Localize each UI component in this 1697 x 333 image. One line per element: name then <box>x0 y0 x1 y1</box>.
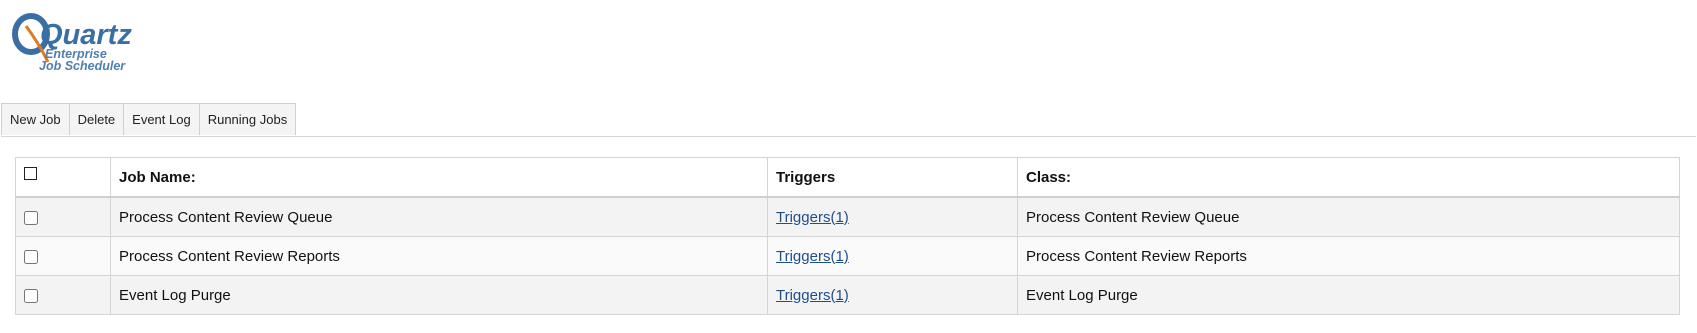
event-log-button[interactable]: Event Log <box>123 103 200 135</box>
class-cell: Event Log Purge <box>1017 275 1680 315</box>
triggers-cell: Triggers(1) <box>767 236 1018 276</box>
toolbar: New Job Delete Event Log Running Jobs <box>1 103 1696 137</box>
logo-line2: Job Scheduler <box>39 59 126 73</box>
triggers-link[interactable]: Triggers(1) <box>776 209 849 226</box>
class-cell: Process Content Review Queue <box>1017 196 1680 237</box>
table-row: Process Content Review Queue Triggers(1)… <box>15 196 1680 237</box>
running-jobs-button[interactable]: Running Jobs <box>198 103 297 135</box>
select-all-checkbox[interactable] <box>24 167 37 181</box>
job-name-cell: Event Log Purge <box>110 275 768 315</box>
job-name-cell: Process Content Review Queue <box>110 196 768 237</box>
delete-button[interactable]: Delete <box>68 103 125 135</box>
row-checkbox[interactable] <box>24 288 38 303</box>
jobs-table: Job Name: Triggers Class: Process Conten… <box>15 157 1680 315</box>
triggers-cell: Triggers(1) <box>767 196 1018 237</box>
class-header[interactable]: Class: <box>1017 157 1680 198</box>
triggers-link[interactable]: Triggers(1) <box>776 248 849 265</box>
row-select-cell <box>15 236 111 276</box>
job-name-cell: Process Content Review Reports <box>110 236 768 276</box>
jobs-table-container: Job Name: Triggers Class: Process Conten… <box>15 157 1680 315</box>
triggers-cell: Triggers(1) <box>767 275 1018 315</box>
table-row: Process Content Review Reports Triggers(… <box>15 236 1680 276</box>
row-checkbox[interactable] <box>24 210 38 225</box>
quartz-logo: Quartz Enterprise Job Scheduler <box>12 12 142 82</box>
job-name-header[interactable]: Job Name: <box>110 157 768 198</box>
triggers-header[interactable]: Triggers <box>767 157 1018 198</box>
table-row: Event Log Purge Triggers(1) Event Log Pu… <box>15 275 1680 315</box>
row-select-cell <box>15 275 111 315</box>
row-select-cell <box>15 196 111 237</box>
class-cell: Process Content Review Reports <box>1017 236 1680 276</box>
triggers-link[interactable]: Triggers(1) <box>776 287 849 304</box>
select-all-header <box>15 157 111 198</box>
table-header-row: Job Name: Triggers Class: <box>15 157 1680 198</box>
row-checkbox[interactable] <box>24 249 38 264</box>
new-job-button[interactable]: New Job <box>1 103 70 135</box>
